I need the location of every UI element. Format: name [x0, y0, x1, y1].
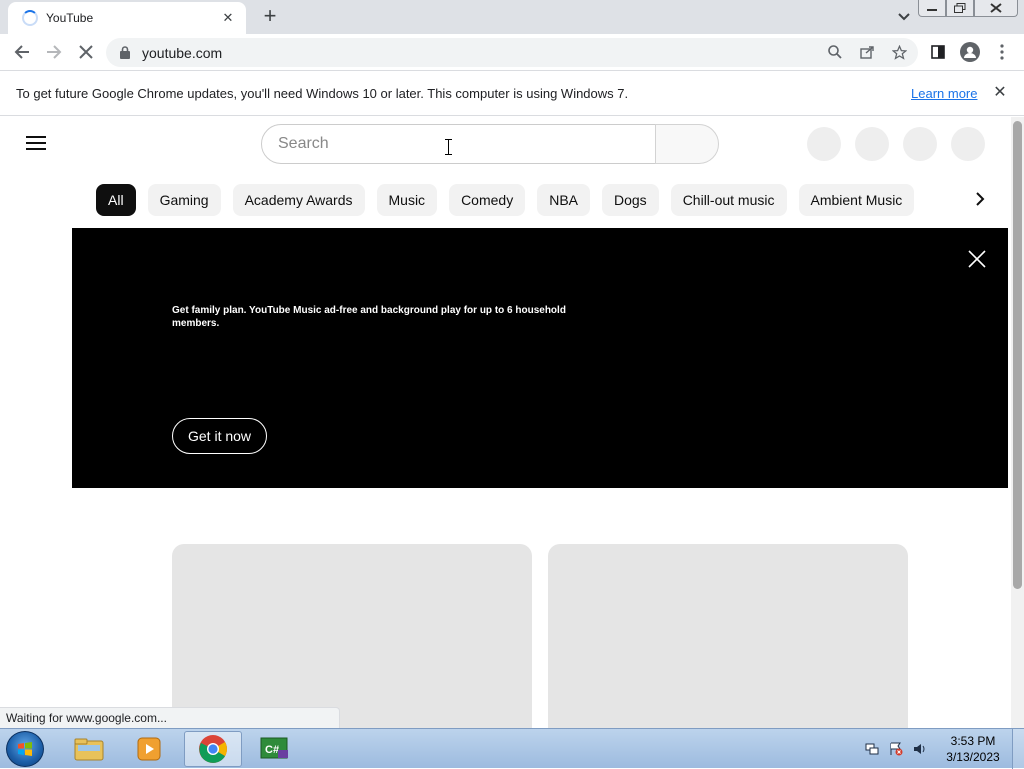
placeholder-circle-4 [951, 127, 985, 161]
side-panel-icon [931, 45, 945, 59]
profile-button[interactable] [958, 40, 982, 64]
infobar-close-icon[interactable]: ✕ [991, 84, 1009, 102]
tab-close-icon[interactable]: ✕ [220, 10, 236, 26]
chip-music[interactable]: Music [376, 184, 438, 216]
share-icon[interactable] [858, 43, 876, 61]
browser-toolbar: youtube.com [0, 34, 1024, 71]
show-desktop-button[interactable] [1012, 729, 1024, 769]
text-cursor-icon [445, 139, 452, 155]
new-tab-button[interactable]: + [258, 5, 282, 29]
window-controls [918, 0, 1018, 17]
chips-next-button[interactable] [968, 189, 992, 213]
update-infobar: To get future Google Chrome updates, you… [0, 72, 1024, 116]
chip-nba[interactable]: NBA [537, 184, 590, 216]
scrollbar-thumb[interactable] [1013, 121, 1022, 589]
csharp-icon: C# [260, 737, 288, 759]
chip-chill-out-music[interactable]: Chill-out music [670, 184, 787, 216]
clock-time: 3:53 PM [950, 734, 996, 748]
infobar-message: To get future Google Chrome updates, you… [16, 86, 629, 101]
stop-loading-button[interactable] [74, 40, 98, 64]
network-icon[interactable] [864, 741, 880, 757]
folder-icon [74, 738, 104, 761]
category-chips: All Gaming Academy Awards Music Comedy N… [96, 184, 915, 216]
side-panel-button[interactable] [926, 40, 950, 64]
clock-date: 3/13/2023 [946, 750, 1000, 764]
kebab-menu-icon [1000, 44, 1004, 60]
chip-academy-awards[interactable]: Academy Awards [232, 184, 365, 216]
media-player-icon [137, 737, 161, 761]
chrome-icon [199, 735, 227, 763]
action-center-flag-icon[interactable] [888, 741, 904, 757]
minimize-button[interactable] [918, 0, 946, 17]
restore-button[interactable] [946, 0, 974, 17]
taskbar-csharp-ide[interactable]: C# [246, 731, 304, 767]
placeholder-circle-2 [855, 127, 889, 161]
search-box[interactable] [261, 124, 656, 164]
search-button[interactable] [655, 124, 719, 164]
windows-taskbar: C# 3:53 PM 3/13/2023 [0, 728, 1024, 769]
tab-title: YouTube [46, 11, 94, 25]
taskbar-clock[interactable]: 3:53 PM 3/13/2023 [942, 733, 1004, 765]
svg-text:C#: C# [265, 744, 279, 756]
profile-avatar-icon [960, 42, 980, 62]
loading-spinner-icon [22, 10, 38, 26]
video-card-placeholder-2 [548, 544, 908, 728]
chip-comedy[interactable]: Comedy [449, 184, 526, 216]
back-arrow-icon [14, 45, 29, 59]
chip-gaming[interactable]: Gaming [147, 184, 221, 216]
start-button[interactable] [6, 731, 44, 767]
tab-youtube[interactable]: YouTube ✕ [8, 2, 246, 34]
taskbar-chrome[interactable] [184, 731, 242, 767]
search-input[interactable] [278, 135, 655, 153]
chrome-menu-button[interactable] [990, 40, 1014, 64]
banner-close-icon[interactable] [967, 249, 987, 269]
volume-icon[interactable] [912, 741, 928, 757]
zoom-search-icon[interactable] [826, 43, 844, 61]
chip-ambient-music[interactable]: Ambient Music [798, 184, 915, 216]
youtube-page: All Gaming Academy Awards Music Comedy N… [0, 117, 1024, 728]
placeholder-circle-3 [903, 127, 937, 161]
tab-search-icon[interactable] [894, 8, 914, 26]
chip-all[interactable]: All [96, 184, 136, 216]
learn-more-link[interactable]: Learn more [911, 86, 977, 101]
forward-arrow-icon [47, 45, 62, 59]
stop-x-icon [79, 45, 93, 59]
tab-strip: YouTube ✕ + [0, 0, 1024, 34]
page-scrollbar[interactable] [1011, 117, 1024, 728]
taskbar-media-player[interactable] [120, 731, 178, 767]
back-button[interactable] [10, 40, 34, 64]
hamburger-menu-icon[interactable] [26, 136, 46, 150]
taskbar-explorer[interactable] [60, 731, 118, 767]
status-bubble: Waiting for www.google.com... [0, 707, 340, 728]
url-text: youtube.com [142, 44, 223, 61]
promo-banner: Get family plan. YouTube Music ad-free a… [72, 228, 1008, 488]
placeholder-circle-1 [807, 127, 841, 161]
forward-button[interactable] [42, 40, 66, 64]
video-card-placeholder-1 [172, 544, 532, 728]
address-bar[interactable]: youtube.com [106, 38, 918, 67]
system-tray [864, 741, 928, 757]
close-window-button[interactable] [974, 0, 1018, 17]
bookmark-star-icon[interactable] [890, 43, 908, 61]
chip-dogs[interactable]: Dogs [602, 184, 659, 216]
lock-icon [120, 46, 130, 59]
get-it-now-button[interactable]: Get it now [172, 418, 268, 454]
banner-text: Get family plan. YouTube Music ad-free a… [172, 305, 566, 329]
chevron-right-icon [976, 192, 985, 206]
windows-logo-icon [18, 742, 32, 756]
